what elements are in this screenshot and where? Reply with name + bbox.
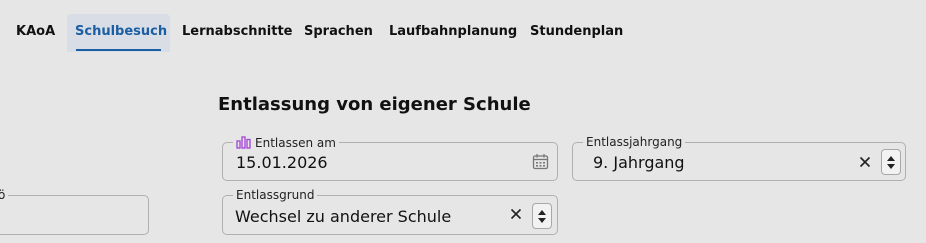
caret-down-icon [538,217,546,223]
caret-up-icon [538,209,546,215]
entlassgrund-stepper[interactable] [532,203,552,229]
clear-icon[interactable] [856,153,874,171]
clear-icon[interactable] [507,205,525,223]
entlassgrund-label: Entlassgrund [236,188,315,202]
tab-lernabschnitte[interactable]: Lernabschnitte [174,14,301,52]
entlassjahrgang-value[interactable]: 9. Jahrgang [593,153,685,172]
left-partial-field[interactable]: ö [0,189,149,235]
entlassen-am-value[interactable]: 15.01.2026 [236,153,328,172]
calendar-icon[interactable] [531,152,549,170]
section-title: Entlassung von eigener Schule [218,94,531,115]
tab-kaoa[interactable]: KAoA [8,14,63,52]
entlassjahrgang-stepper[interactable] [881,149,901,175]
caret-down-icon [887,163,895,169]
caret-up-icon [887,155,895,161]
tab-laufbahnplanung[interactable]: Laufbahnplanung [381,14,525,52]
tab-sprachen[interactable]: Sprachen [296,14,381,52]
left-partial-label: ö [0,188,6,202]
entlassen-am-label: Entlassen am [255,135,336,150]
entlassjahrgang-label: Entlassjahrgang [586,135,683,149]
tab-stundenplan[interactable]: Stundenplan [522,14,631,52]
entlassgrund-value[interactable]: Wechsel zu anderer Schule [235,207,451,226]
tab-schulbesuch[interactable]: Schulbesuch [67,14,170,52]
bar-chart-icon [236,136,252,149]
